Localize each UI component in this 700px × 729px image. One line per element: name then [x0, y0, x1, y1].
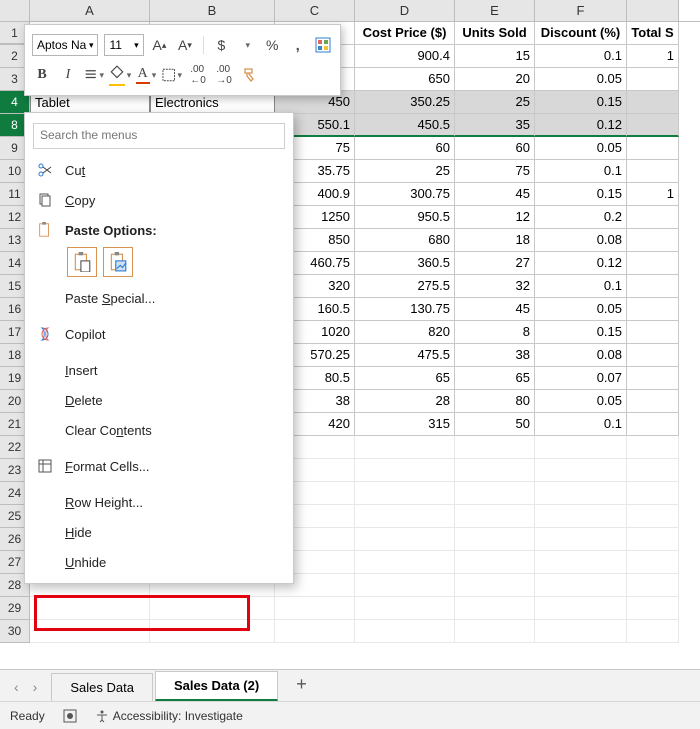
copilot-label: Copilot: [65, 327, 105, 342]
accessibility-label: Accessibility: Investigate: [113, 709, 243, 723]
context-menu: Search the menus Cut Copy Paste Options:…: [24, 112, 294, 584]
accounting-dropdown-icon[interactable]: [237, 35, 256, 55]
prev-sheet-icon[interactable]: ‹: [14, 679, 19, 695]
status-bar: Ready Accessibility: Investigate: [0, 701, 700, 729]
col-F[interactable]: F: [535, 0, 627, 21]
increase-decimal-icon[interactable]: .00→0: [214, 65, 234, 85]
copilot-icon: [35, 324, 55, 344]
next-sheet-icon[interactable]: ›: [33, 679, 38, 695]
italic-icon[interactable]: I: [58, 65, 78, 85]
bold-icon[interactable]: B: [32, 65, 52, 85]
menu-copy[interactable]: Copy: [25, 185, 293, 215]
col-D[interactable]: D: [355, 0, 455, 21]
font-color-icon[interactable]: A: [136, 65, 156, 85]
menu-format-cells[interactable]: Format Cells...: [25, 451, 293, 481]
row-29: 29: [0, 597, 700, 620]
menu-hide[interactable]: Hide: [25, 517, 293, 547]
accounting-icon[interactable]: $: [212, 35, 231, 55]
paste-picture-button[interactable]: [103, 247, 133, 277]
col-G[interactable]: [627, 0, 679, 21]
font-select[interactable]: Aptos Na▾: [32, 34, 98, 56]
grow-font-icon[interactable]: A▴: [150, 35, 169, 55]
percent-icon[interactable]: %: [263, 35, 282, 55]
format-cells-icon: [35, 456, 55, 476]
shrink-font-icon[interactable]: A▾: [175, 35, 194, 55]
macro-record-icon[interactable]: [63, 709, 77, 723]
menu-clear[interactable]: Clear Contents: [25, 415, 293, 445]
menu-copilot[interactable]: Copilot: [25, 319, 293, 349]
font-size[interactable]: 11▾: [104, 34, 143, 56]
cut-label: Cut: [65, 163, 85, 178]
borders-icon[interactable]: [162, 65, 182, 85]
font-name: Aptos Na: [37, 38, 86, 52]
decrease-decimal-icon[interactable]: .00←0: [188, 65, 208, 85]
tab-sales-data-2[interactable]: Sales Data (2): [155, 671, 278, 701]
sheet-tab-bar: ‹ › Sales Data Sales Data (2) +: [0, 669, 700, 701]
menu-paste-options: Paste Options:: [25, 215, 293, 245]
col-C[interactable]: C: [275, 0, 355, 21]
paste-button[interactable]: [67, 247, 97, 277]
conditional-format-icon[interactable]: [313, 35, 332, 55]
menu-unhide[interactable]: Unhide: [25, 547, 293, 577]
menu-insert[interactable]: Insert: [25, 355, 293, 385]
menu-paste-special[interactable]: Paste Special...: [25, 283, 293, 313]
copy-icon: [35, 190, 55, 210]
clipboard-icon: [35, 220, 55, 240]
col-headers: A B C D E F: [0, 0, 700, 22]
paste-options-label: Paste Options:: [65, 223, 157, 238]
accessibility-status[interactable]: Accessibility: Investigate: [95, 709, 243, 723]
fill-color-icon[interactable]: [110, 65, 130, 85]
col-A[interactable]: A: [30, 0, 150, 21]
scissors-icon: [35, 160, 55, 180]
status-ready: Ready: [10, 709, 45, 723]
row-30: 30: [0, 620, 700, 643]
col-E[interactable]: E: [455, 0, 535, 21]
tab-sales-data[interactable]: Sales Data: [51, 673, 153, 701]
comma-icon[interactable]: ,: [288, 35, 307, 55]
format-painter-icon[interactable]: [240, 65, 260, 85]
menu-row-height[interactable]: Row Height...: [25, 487, 293, 517]
menu-search[interactable]: Search the menus: [33, 123, 285, 149]
align-icon[interactable]: [84, 65, 104, 85]
select-all-corner[interactable]: [0, 0, 30, 21]
add-sheet-icon[interactable]: +: [296, 674, 307, 695]
mini-toolbar: Aptos Na▾ 11▾ A▴ A▾ $ % , B I A .00←0 .0…: [24, 24, 341, 96]
menu-delete[interactable]: Delete: [25, 385, 293, 415]
col-B[interactable]: B: [150, 0, 275, 21]
font-size-value: 11: [109, 38, 121, 52]
menu-cut[interactable]: Cut: [25, 155, 293, 185]
